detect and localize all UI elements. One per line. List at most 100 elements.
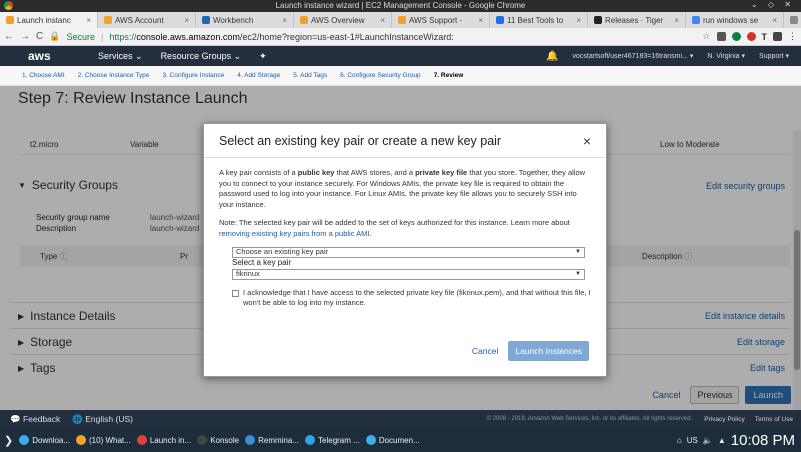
browser-tab[interactable]: run windows se × (686, 12, 784, 28)
tab-label: Launch instanc (17, 15, 71, 25)
wizard-step[interactable]: 2. Choose Instance Type (78, 72, 150, 79)
pin-icon[interactable]: ✦ (259, 51, 267, 62)
language-selector[interactable]: 🌐 English (US) (72, 414, 133, 425)
tab-favicon-icon (594, 16, 602, 24)
bell-icon[interactable]: 🔔 (546, 51, 558, 62)
wizard-step[interactable]: 6. Configure Security Group (340, 72, 421, 79)
wizard-step[interactable]: 3. Configure Instance (162, 72, 224, 79)
wizard-step[interactable]: 1. Choose AMI (22, 72, 65, 79)
back-icon[interactable]: ← (4, 31, 14, 42)
modal-footer: Cancel Launch Instances (472, 341, 589, 361)
tab-label: AWS Overview (311, 15, 365, 25)
star-icon[interactable]: ☆ (702, 31, 710, 42)
url-input[interactable]: https://console.aws.amazon.com/ec2/home?… (109, 32, 453, 42)
browser-tab[interactable]: Rizwan× (784, 12, 801, 28)
locale-indicator[interactable]: US (687, 436, 698, 445)
browser-tab[interactable]: Launch instanc × (0, 12, 98, 28)
modal-body: A key pair consists of a public key that… (204, 158, 606, 319)
tab-favicon-icon (692, 16, 700, 24)
system-tray: ⌂ US 🔈 ▲ 10:08 PM (677, 432, 795, 449)
services-menu[interactable]: Services ⌄ (98, 51, 143, 62)
forward-icon[interactable]: → (20, 31, 30, 42)
extension-icon[interactable] (773, 32, 782, 41)
wizard-step[interactable]: 4. Add Storage (237, 72, 280, 79)
privacy-link[interactable]: Privacy Policy (704, 416, 744, 423)
browser-tab[interactable]: AWS Support - × (392, 12, 490, 28)
extension-icon[interactable] (716, 32, 726, 41)
taskbar-task[interactable]: Downloa... (19, 435, 70, 445)
browser-tab[interactable]: 11 Best Tools to × (490, 12, 588, 28)
extension-icon[interactable]: T (762, 32, 768, 42)
tab-close-icon[interactable]: × (478, 16, 483, 25)
wizard-step[interactable]: 7. Review (434, 72, 464, 79)
close-icon[interactable]: × (583, 133, 591, 149)
taskbar-task[interactable]: Remmina... (245, 435, 299, 445)
task-label: Konsole (210, 435, 240, 445)
key-pair-mode-select[interactable]: Choose an existing key pair ▼ (232, 247, 585, 258)
tab-close-icon[interactable]: × (184, 16, 189, 25)
task-label: Telegram ... (318, 435, 360, 445)
account-menu[interactable]: vocstartsoft/user467183=16transmi... ▾ (573, 52, 694, 60)
modal-cancel-button[interactable]: Cancel (472, 346, 498, 356)
tab-strip: Launch instanc × AWS Account × Workbench × AWS… (0, 12, 801, 28)
tab-close-icon[interactable]: × (772, 16, 777, 25)
tab-favicon-icon (6, 16, 14, 24)
taskbar-task[interactable]: (10) What... (76, 435, 131, 445)
chevron-down-icon: ▼ (575, 249, 581, 256)
tray-expand-icon[interactable]: ▲ (718, 436, 726, 445)
taskbar-task[interactable]: Launch in... (136, 435, 191, 445)
taskbar-task[interactable]: Documen... (365, 435, 420, 445)
reload-icon[interactable]: C (36, 31, 43, 42)
adblock-icon[interactable] (746, 32, 756, 41)
taskbar-task[interactable]: Telegram ... (305, 435, 360, 445)
resource-groups-menu[interactable]: Resource Groups ⌄ (161, 51, 242, 62)
key-pair-select[interactable]: fikrinux ▼ (232, 268, 585, 280)
tab-label: AWS Support - (409, 15, 463, 25)
tab-close-icon[interactable]: × (380, 16, 385, 25)
volume-icon[interactable]: 🔈 (703, 436, 713, 445)
address-bar: ← → C 🔒 Secure | https://console.aws.ama… (0, 28, 801, 46)
tab-close-icon[interactable]: × (674, 16, 679, 25)
text: A key pair consists of a (219, 168, 298, 177)
modal-title: Select an existing key pair or create a … (219, 133, 502, 148)
support-menu[interactable]: Support ▾ (759, 52, 789, 60)
extension-icon[interactable] (731, 32, 741, 41)
acknowledge-checkbox[interactable] (232, 289, 239, 297)
feedback-link[interactable]: 💬 Feedback (10, 414, 60, 425)
browser-tab[interactable]: Releases · Tiger × (588, 12, 686, 28)
region-label: N. Virginia (707, 53, 740, 60)
key-pair-explanation: A key pair consists of a public key that… (219, 168, 591, 210)
aws-header: aws Services ⌄ Resource Groups ⌄ ✦ 🔔 voc… (0, 46, 801, 66)
extension-icons: ☆ T ⋮ (702, 31, 797, 42)
resource-groups-label: Resource Groups (160, 50, 232, 61)
region-menu[interactable]: N. Virginia ▾ (707, 52, 745, 60)
key-pair-note: Note: The selected key pair will be adde… (219, 218, 591, 239)
wizard-step[interactable]: 5. Add Tags (293, 72, 327, 79)
aws-logo[interactable]: aws (28, 49, 68, 63)
tab-favicon-icon (202, 16, 210, 24)
tab-close-icon[interactable]: × (86, 16, 91, 25)
copyright: © 2008 - 2019, Amazon Web Services, Inc.… (486, 416, 693, 422)
window-title: Launch instance wizard | EC2 Management … (275, 1, 526, 10)
browser-tab[interactable]: AWS Account × (98, 12, 196, 28)
text: Note: The selected key pair will be adde… (219, 218, 570, 227)
app-launcher-icon[interactable]: ❯ (4, 434, 13, 447)
tab-close-icon[interactable]: × (282, 16, 287, 25)
menu-icon[interactable]: ⋮ (788, 31, 797, 42)
services-label: Services (98, 50, 133, 61)
taskbar-task[interactable]: Konsole (197, 435, 239, 445)
selected-key-pair: fikrinux (236, 268, 260, 278)
selected-mode: Choose an existing key pair (236, 247, 329, 257)
browser-tab[interactable]: AWS Overview × (294, 12, 392, 28)
browser-tab[interactable]: Workbench × (196, 12, 294, 28)
task-app-icon (245, 435, 256, 445)
network-icon[interactable]: ⌂ (677, 436, 682, 445)
task-label: Documen... (378, 435, 420, 445)
tab-favicon-icon (398, 16, 406, 24)
window-controls[interactable]: ⌄ ◇ ✕ (751, 0, 795, 9)
terms-link[interactable]: Terms of Use (755, 416, 793, 423)
launch-instances-button[interactable]: Launch Instances (508, 341, 589, 361)
tab-close-icon[interactable]: × (576, 16, 581, 25)
clock[interactable]: 10:08 PM (731, 432, 795, 449)
remove-key-pairs-link[interactable]: removing existing key pairs from a publi… (219, 229, 369, 238)
